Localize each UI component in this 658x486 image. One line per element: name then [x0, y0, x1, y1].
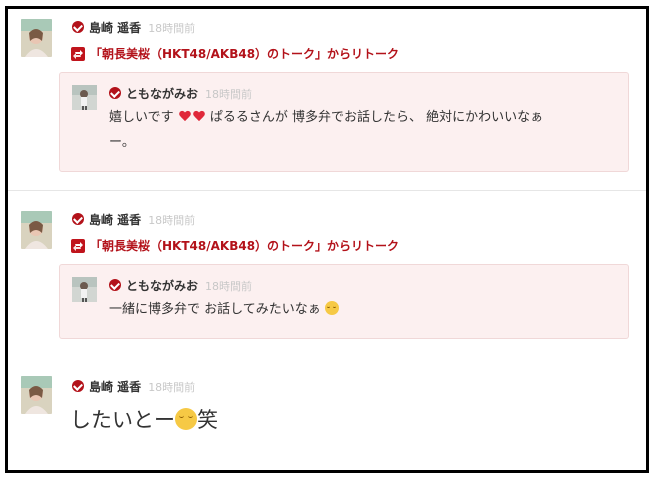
post-message: したいとー 笑 [70, 404, 218, 434]
message-text-part: 笑 [197, 408, 218, 432]
smile-emoji-icon [324, 301, 339, 315]
verified-check-icon [109, 279, 121, 291]
heart-emoji-icon [179, 111, 191, 122]
retalk-label: 「朝長美桜（HKT48/AKB48）のトーク」からリトーク [90, 47, 400, 61]
quote-message: 嬉しいです ぱるるさんが 博多弁でお話したら、 絶対にかわいいなぁ ー。 [109, 105, 609, 155]
timestamp: 18時間前 [148, 214, 196, 227]
post-3: 島崎 遥香 18時間前 したいとー 笑 [8, 366, 646, 466]
author-name[interactable]: 島崎 遥香 [89, 21, 141, 35]
quote-timestamp: 18時間前 [205, 280, 253, 293]
quote-author-name[interactable]: ともながみお [126, 279, 198, 293]
post-header: 島崎 遥香 18時間前 [72, 19, 195, 36]
avatar[interactable] [21, 19, 52, 57]
verified-check-icon [72, 21, 84, 33]
avatar[interactable] [21, 211, 52, 249]
post-2: 島崎 遥香 18時間前 「朝長美桜（HKT48/AKB48）のトーク」からリトーク… [8, 201, 646, 361]
retalk-source[interactable]: 「朝長美桜（HKT48/AKB48）のトーク」からリトーク [71, 237, 399, 254]
quoted-post: ともながみお 18時間前 嬉しいです ぱるるさんが 博多弁でお話したら、 絶対にか… [59, 72, 629, 172]
timestamp: 18時間前 [148, 22, 196, 35]
quote-text-part: ー。 [109, 135, 135, 150]
quoted-post: ともながみお 18時間前 一緒に博多弁で お話してみたいなぁ [59, 264, 629, 339]
avatar[interactable] [21, 376, 52, 414]
timestamp: 18時間前 [148, 381, 196, 394]
quote-header: ともながみお 18時間前 [109, 85, 252, 102]
post-header: 島崎 遥香 18時間前 [72, 211, 195, 228]
quote-author-name[interactable]: ともながみお [126, 87, 198, 101]
verified-check-icon [72, 380, 84, 392]
author-name[interactable]: 島崎 遥香 [89, 213, 141, 227]
retalk-icon [71, 47, 85, 61]
quote-timestamp: 18時間前 [205, 88, 253, 101]
retalk-source[interactable]: 「朝長美桜（HKT48/AKB48）のトーク」からリトーク [71, 45, 399, 62]
post-divider [8, 190, 646, 191]
heart-emoji-icon [193, 111, 205, 122]
post-1: 島崎 遥香 18時間前 「朝長美桜（HKT48/AKB48）のトーク」からリトーク… [8, 9, 646, 191]
post-header: 島崎 遥香 18時間前 [72, 378, 195, 395]
talk-timeline: 島崎 遥香 18時間前 「朝長美桜（HKT48/AKB48）のトーク」からリトーク… [5, 6, 649, 473]
verified-check-icon [109, 87, 121, 99]
smile-emoji-icon [175, 408, 197, 430]
quote-header: ともながみお 18時間前 [109, 277, 252, 294]
quote-avatar[interactable] [72, 85, 97, 110]
author-name[interactable]: 島崎 遥香 [89, 380, 141, 394]
quote-avatar[interactable] [72, 277, 97, 302]
quote-text-part: ぱるるさんが 博多弁でお話したら、 絶対にかわいいなぁ [209, 110, 544, 125]
quote-message: 一緒に博多弁で お話してみたいなぁ [109, 297, 609, 322]
verified-check-icon [72, 213, 84, 225]
quote-text-part: 一緒に博多弁で お話してみたいなぁ [109, 302, 321, 317]
quote-text-part: 嬉しいです [109, 110, 174, 125]
retalk-label: 「朝長美桜（HKT48/AKB48）のトーク」からリトーク [90, 239, 400, 253]
message-text-part: したいとー [70, 408, 175, 432]
retalk-icon [71, 239, 85, 253]
